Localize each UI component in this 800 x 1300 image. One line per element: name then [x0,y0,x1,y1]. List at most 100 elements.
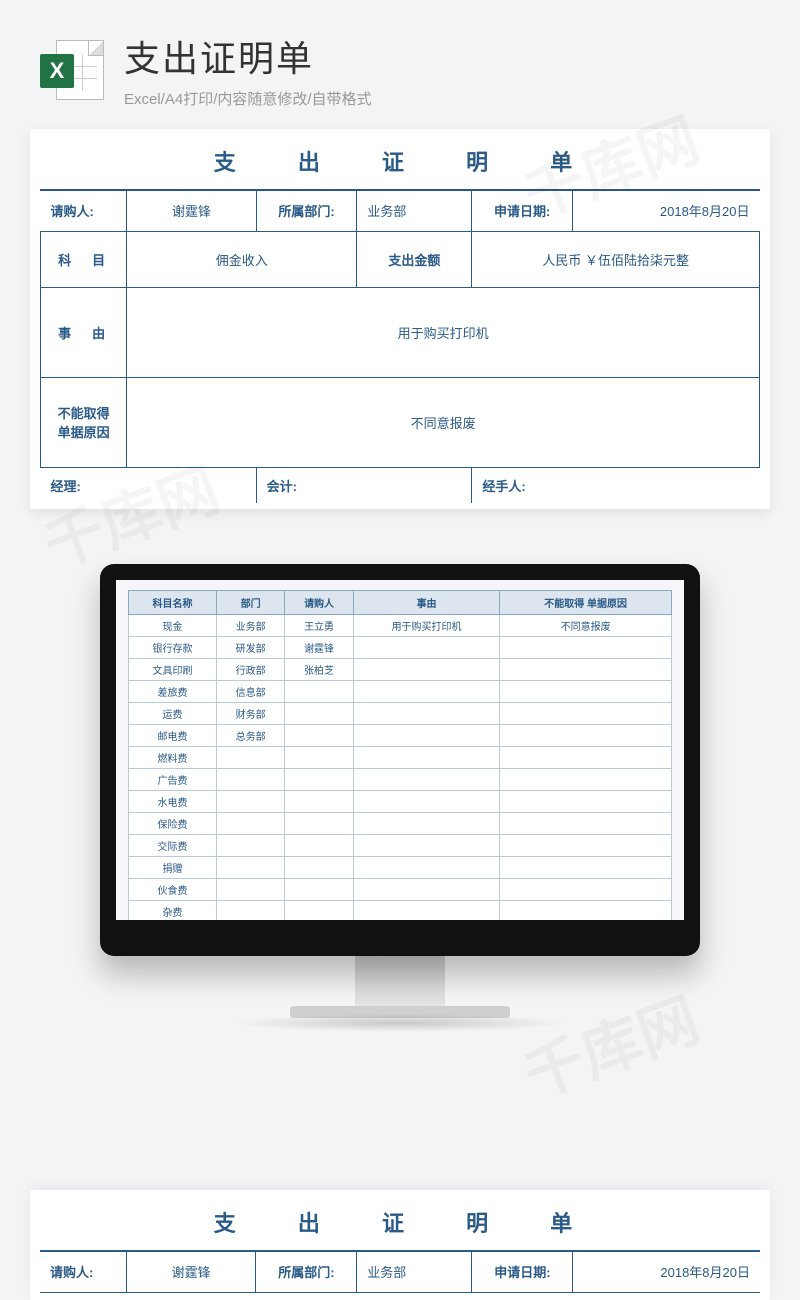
table-cell [353,813,500,835]
table-cell: 捐赠 [129,857,217,879]
table-cell [500,857,672,879]
table-cell [285,879,353,901]
value-date: 2018年8月20日 [573,191,760,231]
table-cell [216,791,284,813]
table-cell [353,725,500,747]
list-header: 不能取得 单据原因 [500,591,672,615]
table-cell [216,813,284,835]
value-applicant: 谢霆锋 [127,191,256,231]
table-row: 邮电费总务部 [129,725,672,747]
table-cell [353,681,500,703]
table-cell [353,769,500,791]
table-cell: 杂费 [129,901,217,921]
table-cell [285,769,353,791]
table-row: 水电费 [129,791,672,813]
table-row: 运费财务部 [129,703,672,725]
table-cell: 运费 [129,703,217,725]
value-subject: 佣金收入 [127,231,357,287]
table-row: 保险费 [129,813,672,835]
table-cell [285,835,353,857]
table-cell [500,769,672,791]
label-date: 申请日期: [472,191,573,231]
table-cell: 差旅费 [129,681,217,703]
table-cell: 邮电费 [129,725,217,747]
table-cell: 用于购买打印机 [353,615,500,637]
table-cell: 信息部 [216,681,284,703]
table-row: 燃料费 [129,747,672,769]
value-amount: 人民币 ￥伍佰陆拾柒元整 [472,231,760,287]
table-row: 现金业务部王立勇用于购买打印机不同意报废 [129,615,672,637]
list-header: 科目名称 [129,591,217,615]
label-applicant: 请购人: [41,191,127,231]
table-cell [353,901,500,921]
table-row: 伙食费 [129,879,672,901]
table-cell: 不同意报废 [500,615,672,637]
expense-form-card-repeat: 支 出 证 明 单 请购人: 谢霆锋 所属部门: 业务部 申请日期: 2018年… [30,1190,770,1300]
label-handler: 经手人: [472,467,760,503]
value-applicant: 谢霆锋 [126,1252,256,1292]
table-cell [216,769,284,791]
form-title: 支 出 证 明 单 [40,135,760,191]
label-accountant: 会计: [256,467,472,503]
table-cell [500,835,672,857]
excel-badge: X [40,54,74,88]
table-cell [285,725,353,747]
table-cell: 谢霆锋 [285,637,353,659]
label-amount: 支出金额 [357,231,472,287]
table-row: 广告费 [129,769,672,791]
list-header: 部门 [216,591,284,615]
table-cell [500,681,672,703]
list-table: 科目名称部门请购人事由不能取得 单据原因 现金业务部王立勇用于购买打印机不同意报… [128,590,672,920]
table-cell [216,835,284,857]
table-cell [500,659,672,681]
table-cell [500,637,672,659]
table-cell: 总务部 [216,725,284,747]
table-cell [353,835,500,857]
label-manager: 经理: [41,467,257,503]
label-reason: 事 由 [41,287,127,377]
table-cell [285,681,353,703]
table-cell: 研发部 [216,637,284,659]
table-cell [285,703,353,725]
table-cell: 水电费 [129,791,217,813]
list-header: 事由 [353,591,500,615]
table-cell: 燃料费 [129,747,217,769]
table-cell [500,879,672,901]
value-dept: 业务部 [357,191,472,231]
table-cell [500,901,672,921]
page-header: X 支出证明单 Excel/A4打印/内容随意修改/自带格式 [0,0,800,129]
label-date: 申请日期: [472,1252,573,1292]
label-applicant: 请购人: [40,1252,126,1292]
table-cell [216,857,284,879]
table-cell: 业务部 [216,615,284,637]
value-date: 2018年8月20日 [573,1252,760,1292]
table-cell: 交际费 [129,835,217,857]
table-cell [500,791,672,813]
table-row: 差旅费信息部 [129,681,672,703]
label-subject: 科 目 [41,231,127,287]
table-cell [353,879,500,901]
table-cell [500,703,672,725]
table-cell [500,747,672,769]
table-cell: 保险费 [129,813,217,835]
page-subtitle: Excel/A4打印/内容随意修改/自带格式 [124,88,372,109]
table-cell: 张柏芝 [285,659,353,681]
table-cell [285,813,353,835]
table-cell [285,791,353,813]
table-row: 捐赠 [129,857,672,879]
table-cell [500,725,672,747]
table-cell: 王立勇 [285,615,353,637]
table-cell [353,703,500,725]
table-cell: 财务部 [216,703,284,725]
monitor-preview: 科目名称部门请购人事由不能取得 单据原因 现金业务部王立勇用于购买打印机不同意报… [0,564,800,1032]
table-cell: 现金 [129,615,217,637]
list-header: 请购人 [285,591,353,615]
table-row: 文具印刷行政部张柏芝 [129,659,672,681]
form-title: 支 出 证 明 单 [40,1196,760,1252]
table-cell [353,791,500,813]
value-reason: 用于购买打印机 [127,287,760,377]
label-dept: 所属部门: [256,1252,357,1292]
table-cell [353,857,500,879]
excel-icon: X [40,38,104,102]
table-row: 交际费 [129,835,672,857]
